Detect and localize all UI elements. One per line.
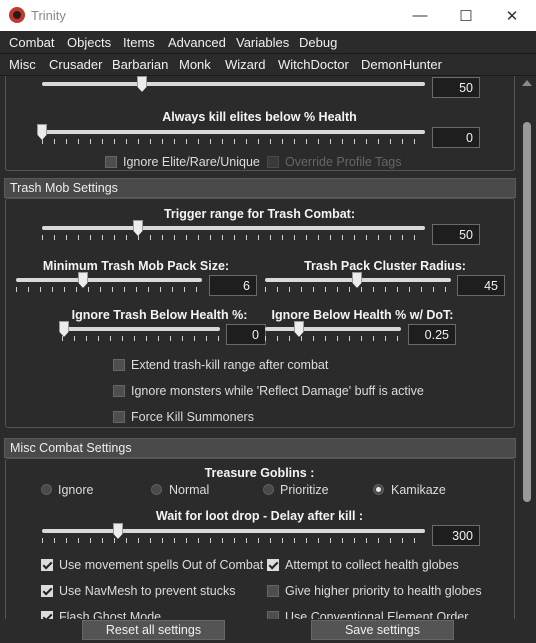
settings-panel: 50 Always kill elites below % Health 0 I…: [0, 76, 536, 619]
menu-combat[interactable]: Combat: [9, 35, 55, 50]
health-globes-label: Attempt to collect health globes: [285, 558, 459, 572]
scrollbar-thumb[interactable]: [523, 122, 531, 502]
flash-ghost-label: Flash Ghost Mode: [59, 610, 162, 619]
menu-variables[interactable]: Variables: [236, 35, 289, 50]
reflect-damage-checkbox[interactable]: [113, 385, 125, 397]
cluster-radius-value[interactable]: 45: [457, 275, 505, 296]
minimize-button[interactable]: —: [397, 0, 443, 31]
globe-priority-label: Give higher priority to health globes: [285, 584, 482, 598]
goblin-prioritize-label: Prioritize: [280, 483, 329, 497]
flash-ghost-checkbox[interactable]: [41, 611, 53, 619]
goblin-ignore-label: Ignore: [58, 483, 94, 497]
element-order-label: Use Conventional Element Order: [285, 610, 469, 619]
menu-objects[interactable]: Objects: [67, 35, 111, 50]
override-tags-label: Override Profile Tags: [285, 155, 402, 169]
menu-advanced[interactable]: Advanced: [168, 35, 226, 50]
pack-size-value[interactable]: 6: [209, 275, 257, 296]
ignore-dot-label: Ignore Below Health % w/ DoT:: [271, 308, 454, 322]
misc-section-header[interactable]: Misc Combat Settings: [4, 438, 516, 458]
tab-crusader[interactable]: Crusader: [49, 57, 102, 72]
elite-kill-value[interactable]: 0: [432, 127, 480, 148]
slider-ticks: [265, 336, 401, 341]
goblin-normal-radio[interactable]: [151, 484, 162, 495]
reset-settings-button[interactable]: Reset all settings: [82, 620, 225, 640]
slider-ticks: [16, 287, 202, 292]
slider-track: [62, 327, 220, 331]
scroll-up-arrow-icon[interactable]: [522, 80, 532, 86]
menu-items[interactable]: Items: [123, 35, 155, 50]
movement-spells-label: Use movement spells Out of Combat: [59, 558, 264, 572]
title-bar: Trinity — ☐ ✕: [0, 0, 536, 31]
slider-track: [42, 130, 425, 134]
tab-demonhunter[interactable]: DemonHunter: [361, 57, 442, 72]
goblin-normal-label: Normal: [169, 483, 210, 497]
menu-bar: Combat Objects Items Advanced Variables …: [0, 31, 536, 53]
force-kill-label: Force Kill Summoners: [131, 410, 254, 424]
maximize-button[interactable]: ☐: [443, 0, 489, 31]
vertical-scrollbar[interactable]: [518, 76, 536, 619]
ignore-elite-label: Ignore Elite/Rare/Unique: [123, 155, 260, 169]
slider-track: [42, 529, 425, 533]
slider-a-value[interactable]: 50: [432, 77, 480, 98]
slider-ticks: [42, 139, 425, 144]
ignore-dot-value[interactable]: 0.25: [408, 324, 456, 345]
misc-section-title: Misc Combat Settings: [10, 441, 132, 455]
trigger-range-label: Trigger range for Trash Combat:: [163, 207, 355, 221]
tab-witchdoctor[interactable]: WitchDoctor: [278, 57, 349, 72]
slider-track: [42, 226, 425, 230]
tab-barbarian[interactable]: Barbarian: [112, 57, 168, 72]
slider-ticks: [265, 287, 451, 292]
override-tags-checkbox[interactable]: [267, 156, 279, 168]
close-button[interactable]: ✕: [489, 0, 535, 31]
ignore-elite-checkbox[interactable]: [105, 156, 117, 168]
action-bar: Reset all settings Save settings: [0, 619, 536, 643]
loot-delay-label: Wait for loot drop - Delay after kill :: [155, 509, 364, 523]
navmesh-checkbox[interactable]: [41, 585, 53, 597]
trash-section-title: Trash Mob Settings: [10, 181, 118, 195]
slider-track: [16, 278, 202, 282]
element-order-checkbox[interactable]: [267, 611, 279, 619]
menu-debug[interactable]: Debug: [299, 35, 337, 50]
trigger-range-value[interactable]: 50: [432, 224, 480, 245]
reflect-damage-label: Ignore monsters while 'Reflect Damage' b…: [131, 384, 424, 398]
ignore-health-label: Ignore Trash Below Health %:: [71, 308, 248, 322]
movement-spells-checkbox[interactable]: [41, 559, 53, 571]
app-logo-icon: [9, 7, 25, 23]
goblin-ignore-radio[interactable]: [41, 484, 52, 495]
slider-ticks: [42, 538, 425, 543]
extend-range-checkbox[interactable]: [113, 359, 125, 371]
tab-wizard[interactable]: Wizard: [225, 57, 265, 72]
goblin-prioritize-radio[interactable]: [263, 484, 274, 495]
trash-section-header[interactable]: Trash Mob Settings: [4, 178, 516, 198]
slider-track: [265, 327, 401, 331]
window-title: Trinity: [31, 8, 66, 23]
tab-misc[interactable]: Misc: [9, 57, 36, 72]
cluster-radius-label: Trash Pack Cluster Radius:: [304, 259, 466, 273]
class-tab-bar: Misc Crusader Barbarian Monk Wizard Witc…: [0, 54, 536, 75]
ignore-health-value[interactable]: 0: [226, 324, 266, 345]
extend-range-label: Extend trash-kill range after combat: [131, 358, 329, 372]
loot-delay-value[interactable]: 300: [432, 525, 480, 546]
tab-monk[interactable]: Monk: [179, 57, 211, 72]
globe-priority-checkbox[interactable]: [267, 585, 279, 597]
navmesh-label: Use NavMesh to prevent stucks: [59, 584, 236, 598]
goblin-kamikaze-radio[interactable]: [373, 484, 384, 495]
slider-ticks: [62, 336, 220, 341]
slider-track: [42, 82, 425, 86]
goblins-label: Treasure Goblins :: [204, 466, 315, 480]
goblin-kamikaze-label: Kamikaze: [391, 483, 446, 497]
elite-kill-label: Always kill elites below % Health: [162, 110, 357, 124]
force-kill-checkbox[interactable]: [113, 411, 125, 423]
health-globes-checkbox[interactable]: [267, 559, 279, 571]
pack-size-label: Minimum Trash Mob Pack Size:: [42, 259, 230, 273]
slider-ticks: [42, 235, 425, 240]
save-settings-button[interactable]: Save settings: [311, 620, 454, 640]
